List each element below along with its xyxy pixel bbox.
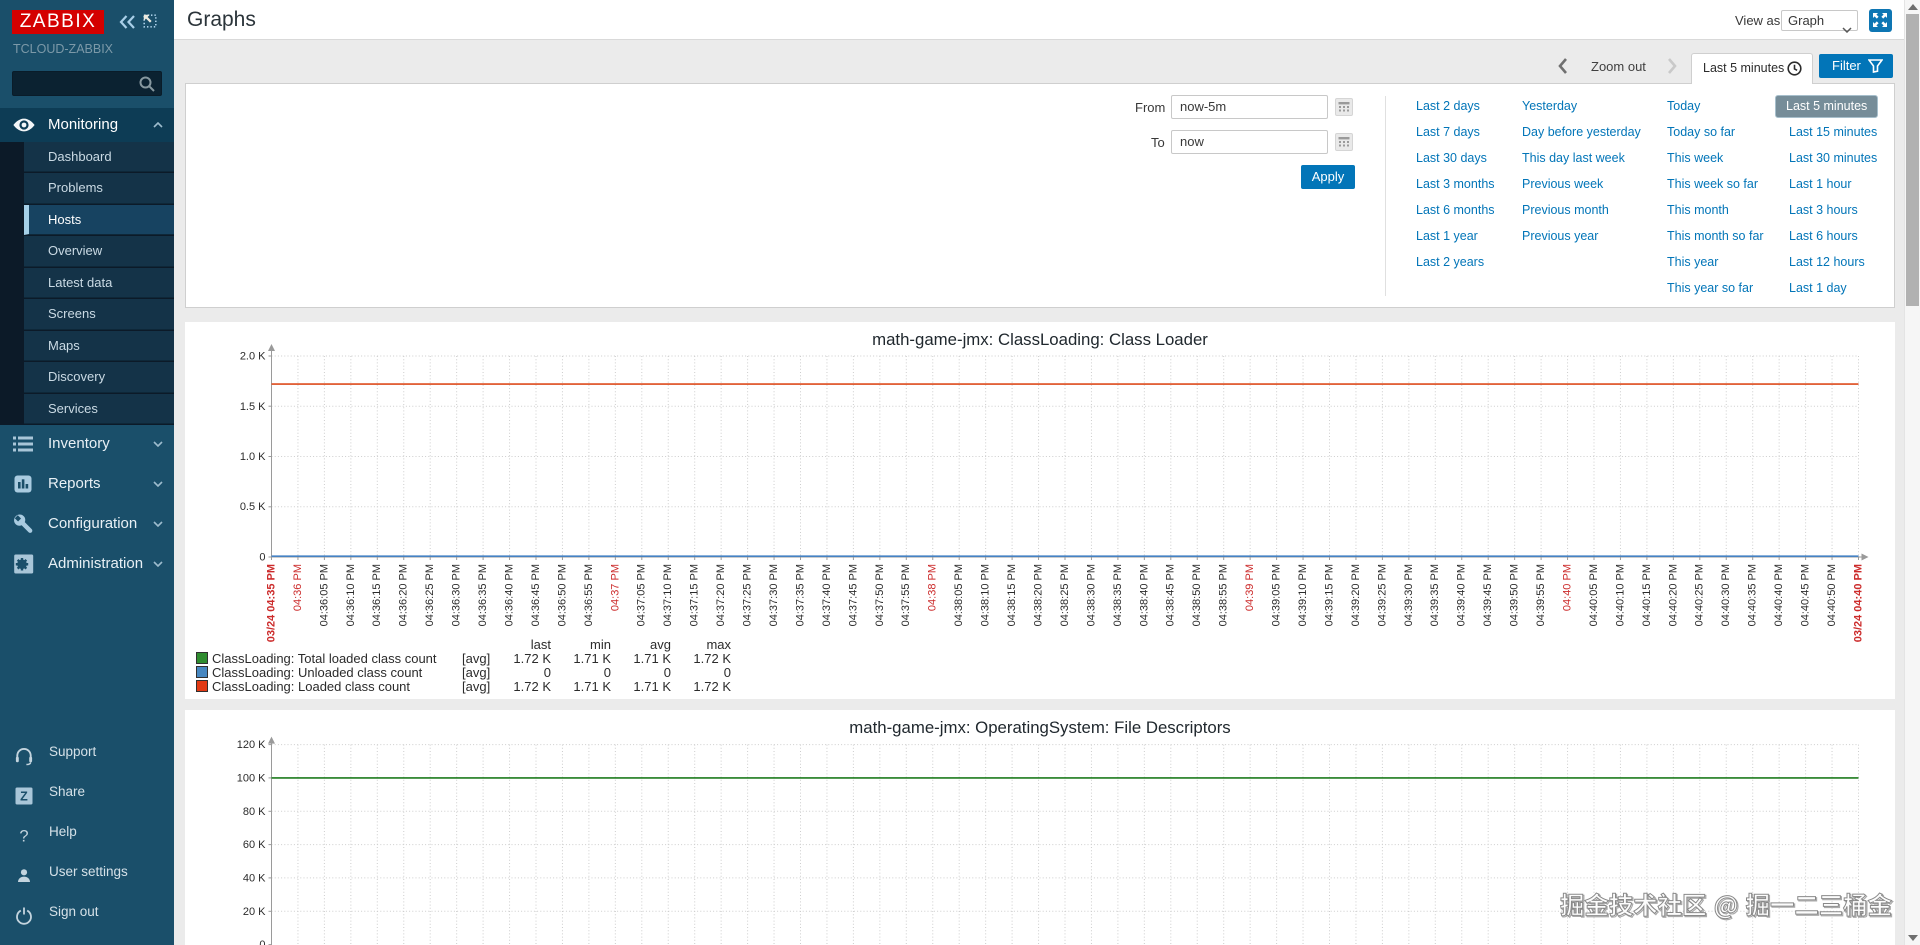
svg-text:04:38:45 PM: 04:38:45 PM (1165, 564, 1177, 626)
svg-text:04:38:30 PM: 04:38:30 PM (1085, 564, 1097, 626)
svg-text:04:40:35 PM: 04:40:35 PM (1747, 564, 1759, 626)
svg-text:04:39:10 PM: 04:39:10 PM (1297, 564, 1309, 626)
svg-text:04:36:15 PM: 04:36:15 PM (371, 564, 383, 626)
svg-text:04:38:55 PM: 04:38:55 PM (1218, 564, 1230, 626)
svg-text:04:36:35 PM: 04:36:35 PM (477, 564, 489, 626)
svg-text:40 K: 40 K (243, 872, 266, 884)
svg-text:04:38:40 PM: 04:38:40 PM (1138, 564, 1150, 626)
svg-text:04:39:45 PM: 04:39:45 PM (1482, 564, 1494, 626)
svg-text:120 K: 120 K (237, 739, 266, 751)
svg-text:04:39:25 PM: 04:39:25 PM (1376, 564, 1388, 626)
svg-text:04:38:20 PM: 04:38:20 PM (1032, 564, 1044, 626)
svg-text:04:37:05 PM: 04:37:05 PM (636, 564, 648, 626)
svg-text:04:36:30 PM: 04:36:30 PM (451, 564, 463, 626)
svg-text:60 K: 60 K (243, 839, 266, 851)
svg-text:04:37 PM: 04:37 PM (609, 564, 621, 611)
svg-text:04:40:05 PM: 04:40:05 PM (1588, 564, 1600, 626)
svg-text:04:40:30 PM: 04:40:30 PM (1720, 564, 1732, 626)
svg-text:04:37:55 PM: 04:37:55 PM (900, 564, 912, 626)
svg-text:04:38:15 PM: 04:38:15 PM (1006, 564, 1018, 626)
svg-text:04:36:40 PM: 04:36:40 PM (503, 564, 515, 626)
svg-text:04:39:05 PM: 04:39:05 PM (1271, 564, 1283, 626)
svg-text:04:38:35 PM: 04:38:35 PM (1112, 564, 1124, 626)
svg-text:04:37:35 PM: 04:37:35 PM (794, 564, 806, 626)
svg-text:04:40 PM: 04:40 PM (1561, 564, 1573, 611)
svg-text:04:39:40 PM: 04:39:40 PM (1456, 564, 1468, 626)
svg-text:0: 0 (259, 939, 265, 945)
svg-text:04:38:50 PM: 04:38:50 PM (1191, 564, 1203, 626)
svg-text:04:36:45 PM: 04:36:45 PM (530, 564, 542, 626)
svg-text:1.5 K: 1.5 K (240, 401, 266, 413)
svg-text:Z: Z (20, 790, 28, 804)
svg-text:04:40:50 PM: 04:40:50 PM (1826, 564, 1838, 626)
svg-text:1.0 K: 1.0 K (240, 451, 266, 463)
svg-text:04:39:50 PM: 04:39:50 PM (1509, 564, 1521, 626)
svg-text:20 K: 20 K (243, 906, 266, 918)
svg-text:04:37:20 PM: 04:37:20 PM (715, 564, 727, 626)
svg-text:04:40:10 PM: 04:40:10 PM (1614, 564, 1626, 626)
svg-text:04:36:55 PM: 04:36:55 PM (583, 564, 595, 626)
svg-text:04:36:05 PM: 04:36:05 PM (318, 564, 330, 626)
svg-text:04:37:15 PM: 04:37:15 PM (689, 564, 701, 626)
svg-text:04:40:25 PM: 04:40:25 PM (1694, 564, 1706, 626)
svg-text:04:37:45 PM: 04:37:45 PM (847, 564, 859, 626)
svg-text:0.5 K: 0.5 K (240, 501, 266, 513)
svg-text:04:36 PM: 04:36 PM (292, 564, 304, 611)
svg-text:04:38:05 PM: 04:38:05 PM (953, 564, 965, 626)
svg-text:04:36:25 PM: 04:36:25 PM (424, 564, 436, 626)
svg-text:04:36:20 PM: 04:36:20 PM (398, 564, 410, 626)
svg-text:04:38 PM: 04:38 PM (927, 564, 939, 611)
svg-text:03/24 04:40 PM: 03/24 04:40 PM (1852, 564, 1864, 642)
svg-text:04:40:45 PM: 04:40:45 PM (1800, 564, 1812, 626)
svg-text:04:40:20 PM: 04:40:20 PM (1667, 564, 1679, 626)
svg-text:04:38:25 PM: 04:38:25 PM (1059, 564, 1071, 626)
svg-text:04:37:10 PM: 04:37:10 PM (662, 564, 674, 626)
svg-text:04:38:10 PM: 04:38:10 PM (980, 564, 992, 626)
svg-text:04:39 PM: 04:39 PM (1244, 564, 1256, 611)
svg-text:?: ? (19, 828, 28, 846)
svg-text:04:40:40 PM: 04:40:40 PM (1773, 564, 1785, 626)
svg-text:04:37:40 PM: 04:37:40 PM (821, 564, 833, 626)
svg-text:04:40:15 PM: 04:40:15 PM (1641, 564, 1653, 626)
svg-text:04:39:35 PM: 04:39:35 PM (1429, 564, 1441, 626)
svg-text:04:37:50 PM: 04:37:50 PM (874, 564, 886, 626)
svg-text:04:37:30 PM: 04:37:30 PM (768, 564, 780, 626)
svg-text:04:37:25 PM: 04:37:25 PM (742, 564, 754, 626)
svg-text:04:36:50 PM: 04:36:50 PM (556, 564, 568, 626)
svg-text:04:39:20 PM: 04:39:20 PM (1350, 564, 1362, 626)
svg-text:80 K: 80 K (243, 806, 266, 818)
svg-text:100 K: 100 K (237, 772, 266, 784)
svg-text:2.0 K: 2.0 K (240, 351, 266, 363)
svg-text:04:39:55 PM: 04:39:55 PM (1535, 564, 1547, 626)
svg-text:03/24 04:35 PM: 03/24 04:35 PM (265, 564, 277, 642)
svg-text:04:36:10 PM: 04:36:10 PM (345, 564, 357, 626)
svg-text:04:39:30 PM: 04:39:30 PM (1403, 564, 1415, 626)
svg-text:04:39:15 PM: 04:39:15 PM (1323, 564, 1335, 626)
svg-text:0: 0 (259, 552, 265, 564)
